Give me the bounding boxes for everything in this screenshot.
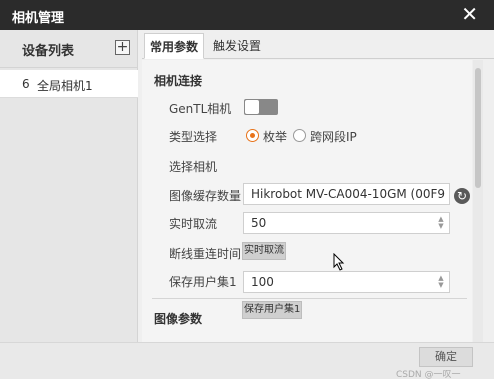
section-camera-connection: 相机连接 (154, 74, 203, 88)
reconnect-label: 断线重连时间 (169, 247, 242, 261)
reconnect-value: 100 (251, 275, 274, 289)
buffer-label: 图像缓存数量 (169, 189, 242, 203)
section-divider (152, 298, 467, 299)
params-scrollbar[interactable] (473, 60, 483, 342)
radio-enum[interactable] (246, 129, 259, 142)
realtime-label: 实时取流 (169, 217, 218, 231)
dialog-body: 设备列表 + 6 全局相机1 常用参数 触发设置 相机连接 GenTL相机 类型… (0, 30, 494, 379)
device-list-item[interactable]: 6 全局相机1 (0, 70, 138, 98)
camera-select-value: Hikrobot MV-CA004-10GM (00F9 (251, 187, 446, 201)
dialog-footer: 确定 CSDN @一叹一 (0, 342, 494, 379)
reconnect-input[interactable]: 100 ▲ ▼ (243, 271, 450, 293)
device-list-title: 设备列表 (22, 44, 75, 59)
mouse-cursor-icon (333, 253, 345, 271)
radio-cross-subnet[interactable] (293, 129, 306, 142)
tab-trigger-settings[interactable]: 触发设置 (212, 33, 262, 59)
tab-common-params[interactable]: 常用参数 (144, 33, 204, 59)
window-title: 相机管理 (12, 11, 65, 26)
gentl-label: GenTL相机 (169, 102, 232, 116)
spin-arrows-icon[interactable]: ▲ ▼ (437, 275, 445, 289)
toggle-knob (245, 100, 259, 114)
type-select-label: 类型选择 (169, 130, 218, 144)
realtime-button[interactable]: 实时取流 (242, 242, 286, 260)
close-icon[interactable]: ✕ (461, 3, 478, 25)
ok-button[interactable]: 确定 (419, 347, 473, 367)
params-panel: 相机连接 GenTL相机 类型选择 枚举 跨网段IP 选择相机 Hikrobot… (142, 60, 472, 342)
device-name: 全局相机1 (37, 79, 93, 93)
save-user-set-button[interactable]: 保存用户集1 (242, 301, 303, 319)
gentl-toggle[interactable] (244, 99, 278, 115)
device-number: 6 (22, 77, 30, 91)
title-bar: 相机管理 ✕ (0, 0, 494, 30)
select-camera-label: 选择相机 (169, 160, 218, 174)
refresh-icon[interactable]: ↻ (454, 188, 470, 204)
section-image-params: 图像参数 (154, 312, 203, 326)
buffer-value: 50 (251, 216, 267, 230)
device-list-panel: 设备列表 + 6 全局相机1 (0, 30, 138, 342)
scrollbar-thumb[interactable] (475, 68, 481, 188)
add-device-icon[interactable]: + (115, 40, 130, 55)
radio-enum-label: 枚举 (263, 130, 288, 144)
watermark: CSDN @一叹一 (396, 370, 461, 379)
device-list-header: 设备列表 + (0, 30, 138, 68)
spin-arrows-icon[interactable]: ▲ ▼ (437, 216, 445, 230)
buffer-input[interactable]: 50 ▲ ▼ (243, 212, 450, 234)
camera-select[interactable]: Hikrobot MV-CA004-10GM (00F9 (243, 183, 450, 205)
tab-bar: 常用参数 触发设置 (142, 33, 494, 59)
radio-cross-subnet-label: 跨网段IP (310, 130, 357, 144)
save-user-set-label: 保存用户集1 (169, 275, 237, 289)
